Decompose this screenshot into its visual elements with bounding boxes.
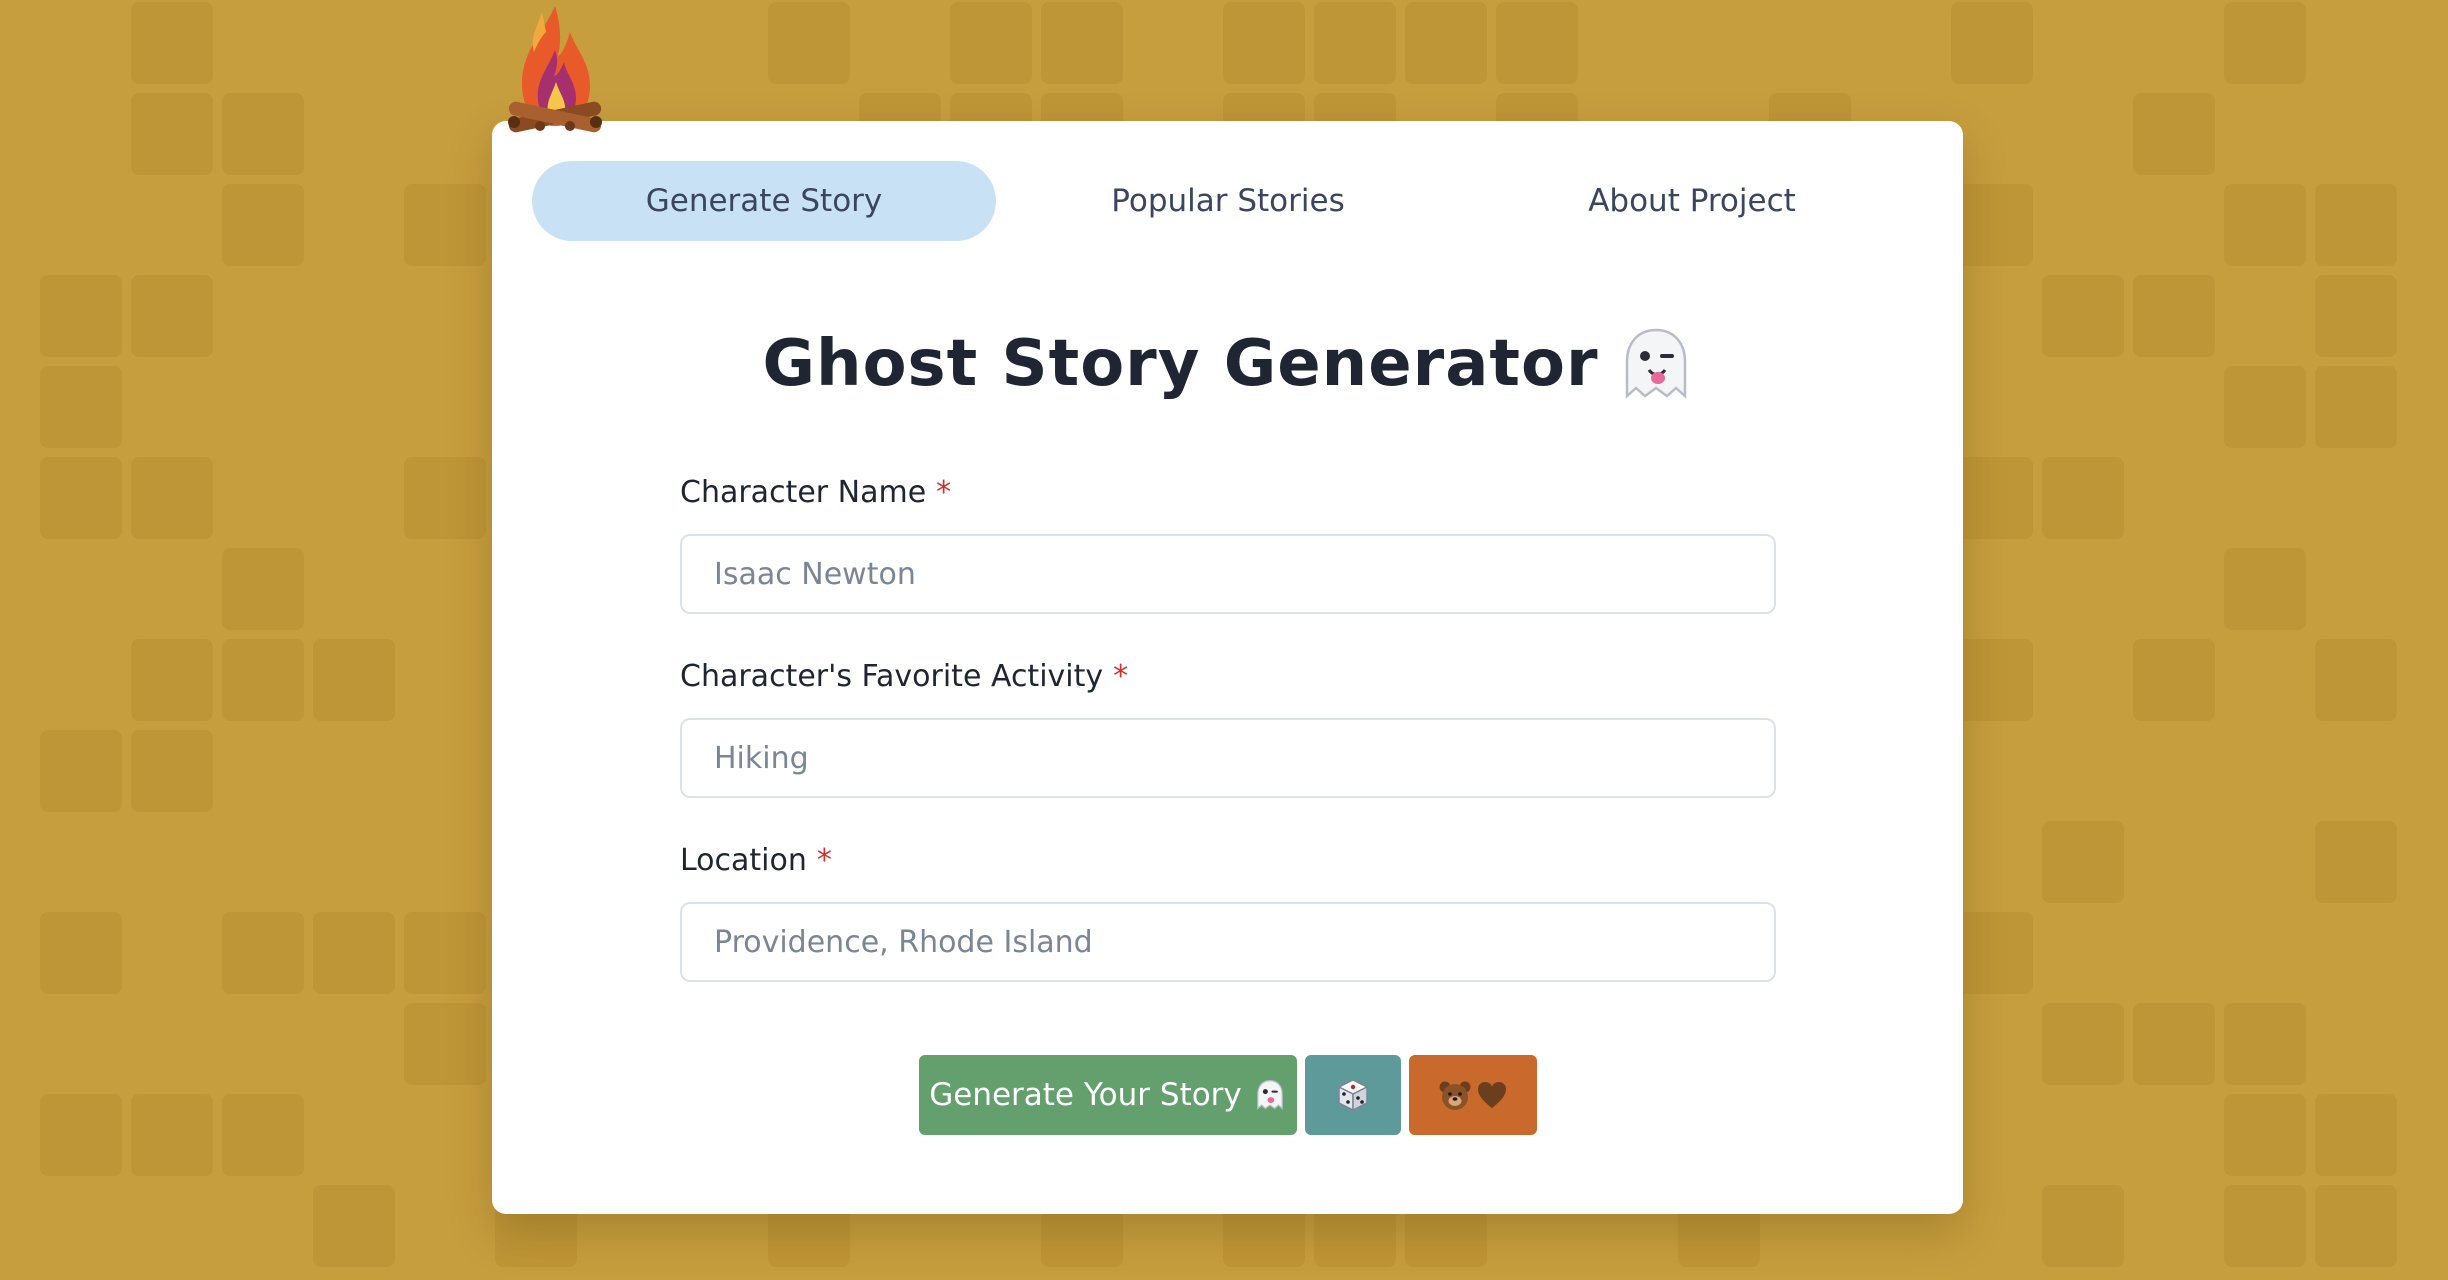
background-tile [2224,1094,2306,1176]
background-tile [40,730,122,812]
background-tile [1041,2,1123,84]
background-tile [768,2,850,84]
background-tile [2133,1003,2215,1085]
background-tile [131,93,213,175]
background-tile [950,2,1032,84]
background-tile [222,639,304,721]
background-tile [2042,457,2124,539]
background-tile [1951,912,2033,994]
background-tile [2042,1185,2124,1267]
background-tile [313,639,395,721]
background-tile [40,366,122,448]
tab-generate-story-label: Generate Story [645,183,883,219]
tab-bar: Generate Story Popular Stories About Pro… [532,161,1924,241]
background-tile [1951,457,2033,539]
background-tile [1405,2,1487,84]
background-tile [2315,1094,2397,1176]
background-tile [1223,2,1305,84]
background-tile [131,639,213,721]
background-tile [131,730,213,812]
background-tile [40,1094,122,1176]
favorite-activity-label-text: Character's Favorite Activity [680,659,1104,694]
required-marker: * [1113,659,1129,694]
favorite-activity-input[interactable] [680,718,1776,798]
character-name-label-text: Character Name [680,475,927,510]
background-tile [1951,639,2033,721]
background-tile [222,93,304,175]
location-label-text: Location [680,843,807,878]
background-tile [313,1185,395,1267]
background-tile [2133,93,2215,175]
background-tile [1951,2,2033,84]
character-name-label: Character Name * [680,475,951,510]
page-title-row: Ghost Story Generator [492,319,1963,409]
generate-story-button-label: Generate Your Story [929,1077,1242,1113]
background-tile [404,1003,486,1085]
location-label: Location * [680,843,832,878]
action-buttons: Generate Your Story [492,1055,1963,1135]
background-tile [222,912,304,994]
background-tile [2315,1185,2397,1267]
background-tile [2042,275,2124,357]
story-card: Generate Story Popular Stories About Pro… [492,121,1963,1214]
background-tile [1951,184,2033,266]
background-tile [2042,1003,2124,1085]
background-tile [2224,1185,2306,1267]
ghost-icon [1256,1080,1283,1110]
required-marker: * [936,475,952,510]
character-name-input[interactable] [680,534,1776,614]
background-tile [222,184,304,266]
background-tile [2133,275,2215,357]
background-tile [2315,639,2397,721]
background-tile [40,275,122,357]
bear-icon [1439,1081,1470,1110]
location-input[interactable] [680,902,1776,982]
background-tile [2224,366,2306,448]
background-tile [2224,2,2306,84]
background-tile [2315,821,2397,903]
brown-heart-icon [1477,1082,1506,1108]
background-tile [2042,821,2124,903]
tab-popular-stories[interactable]: Popular Stories [996,161,1460,241]
background-tile [2315,366,2397,448]
background-tile [2224,1003,2306,1085]
tab-popular-stories-label: Popular Stories [1111,183,1345,219]
campfire-icon [508,6,602,133]
background-tile [2224,184,2306,266]
background-tile [404,457,486,539]
background-tile [131,275,213,357]
background-tile [131,1094,213,1176]
required-marker: * [816,843,832,878]
background-tile [40,912,122,994]
tab-generate-story[interactable]: Generate Story [532,161,996,241]
ghost-icon [1625,328,1686,399]
tab-about-project[interactable]: About Project [1460,161,1924,241]
background-tile [2224,548,2306,630]
random-story-button[interactable] [1304,1055,1401,1135]
background-tile [1314,2,1396,84]
background-tile [313,912,395,994]
background-tile [131,457,213,539]
background-tile [40,457,122,539]
background-tile [222,548,304,630]
dice-icon [1336,1079,1369,1112]
page-title: Ghost Story Generator [762,327,1599,401]
tab-about-project-label: About Project [1588,183,1796,219]
background-tile [2133,639,2215,721]
background-tile [2315,275,2397,357]
background-tile [2315,184,2397,266]
background-tile [404,912,486,994]
background-tile [222,1094,304,1176]
generate-story-button[interactable]: Generate Your Story [918,1055,1297,1135]
favorite-activity-label: Character's Favorite Activity * [680,659,1128,694]
background-tile [131,2,213,84]
bear-heart-button[interactable] [1408,1055,1537,1135]
background-tile [404,184,486,266]
background-tile [1496,2,1578,84]
